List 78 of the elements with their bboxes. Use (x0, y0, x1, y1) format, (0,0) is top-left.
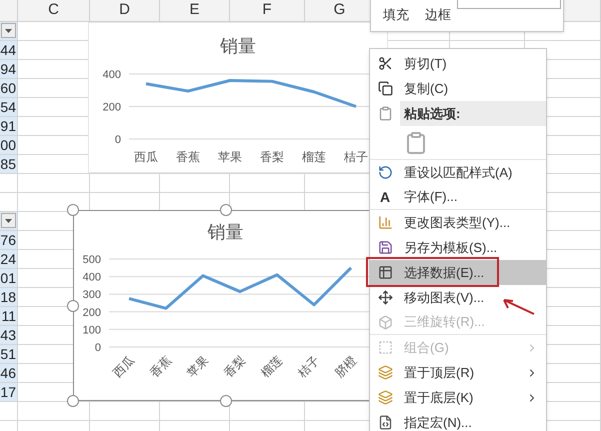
bar-chart-icon (378, 215, 392, 230)
table-cell (0, 402, 18, 421)
layers-icon (378, 365, 392, 380)
filter-dropdown[interactable] (1, 213, 16, 228)
column-header[interactable]: D (90, 0, 160, 22)
table-cell (18, 193, 90, 212)
axis-tick-label: 500 (82, 254, 101, 266)
menu-item[interactable]: A 字体(F)... (370, 185, 546, 210)
selection-icon (378, 340, 392, 355)
table-cell: 76 (0, 231, 18, 250)
axis-tick-label: 200 (102, 102, 121, 114)
table-cell (0, 174, 18, 193)
axis-tick-label: 0 (94, 342, 101, 354)
category-label: 西瓜 (110, 353, 138, 380)
category-label: 香蕉 (147, 353, 174, 380)
filter-dropdown[interactable] (1, 23, 16, 38)
axis-tick-label: 400 (102, 69, 121, 81)
table-cell: 43 (0, 326, 18, 345)
table-cell (90, 402, 160, 421)
cube-icon (378, 314, 392, 330)
table-cell: 46 (0, 364, 18, 383)
font-icon: A (380, 186, 390, 208)
paste-icon[interactable] (404, 130, 428, 154)
copy-icon (378, 81, 392, 96)
reset-icon (378, 165, 392, 180)
chart-title: 销量 (206, 221, 244, 244)
table-cell: 54 (0, 98, 18, 117)
table-cell: 01 (0, 269, 18, 288)
clipboard-icon (378, 106, 392, 121)
axis-tick-label: 400 (82, 272, 101, 284)
menu-section-header: 粘贴选项: (400, 101, 546, 126)
category-label: 桔子 (295, 353, 322, 380)
table-cell (18, 174, 90, 193)
category-label: 榴莲 (302, 150, 326, 164)
table-cell: 11 (0, 307, 18, 326)
chart[interactable]: 销量 0 200 400 西瓜 香蕉 苹果 香梨 榴莲 桔子 (88, 22, 388, 173)
category-label: 苹果 (184, 353, 212, 380)
table-cell: 17 (0, 383, 18, 402)
scissors-icon (378, 56, 392, 71)
category-label: 香梨 (260, 150, 284, 164)
move-icon (378, 290, 392, 305)
axis-tick-label: 200 (82, 306, 101, 319)
column-header[interactable]: C (18, 0, 90, 22)
menu-item[interactable]: 指定宏(N)... (370, 410, 546, 431)
table-cell (90, 174, 160, 193)
axis-tick-label: 0 (114, 134, 121, 146)
category-label: 桔子 (344, 150, 368, 164)
caret-icon (5, 28, 12, 32)
table-cell: 24 (0, 250, 18, 269)
table-cell: 51 (0, 345, 18, 364)
table-cell: 44 (0, 41, 18, 60)
toolbar-button[interactable]: 边框 (425, 5, 451, 25)
table-icon (378, 265, 392, 280)
chart-title: 销量 (219, 35, 257, 58)
table-cell: 00 (0, 136, 18, 155)
table-cell: 18 (0, 288, 18, 307)
category-label: 香蕉 (176, 150, 200, 164)
save-icon (378, 240, 392, 255)
axis-tick-label: 100 (82, 324, 101, 336)
layers-icon (378, 390, 392, 405)
table-cell: 60 (0, 79, 18, 98)
category-label: 西瓜 (134, 150, 158, 164)
table-cell: 91 (0, 117, 18, 136)
table-cell: 85 (0, 155, 18, 174)
table-cell (160, 174, 230, 193)
code-file-icon (378, 415, 392, 430)
category-label: 榴莲 (258, 353, 286, 380)
category-label: 脐橙 (332, 353, 360, 380)
input-field[interactable] (457, 0, 561, 9)
category-label: 苹果 (218, 150, 242, 164)
axis-tick-label: 300 (82, 289, 101, 302)
category-label: 香梨 (221, 353, 248, 380)
table-cell (18, 402, 90, 421)
toolbar-button[interactable]: 填充 (383, 5, 409, 25)
column-header[interactable]: E (160, 0, 230, 22)
table-cell: 94 (0, 60, 18, 79)
column-header[interactable]: F (230, 0, 305, 22)
caret-icon (5, 218, 12, 222)
